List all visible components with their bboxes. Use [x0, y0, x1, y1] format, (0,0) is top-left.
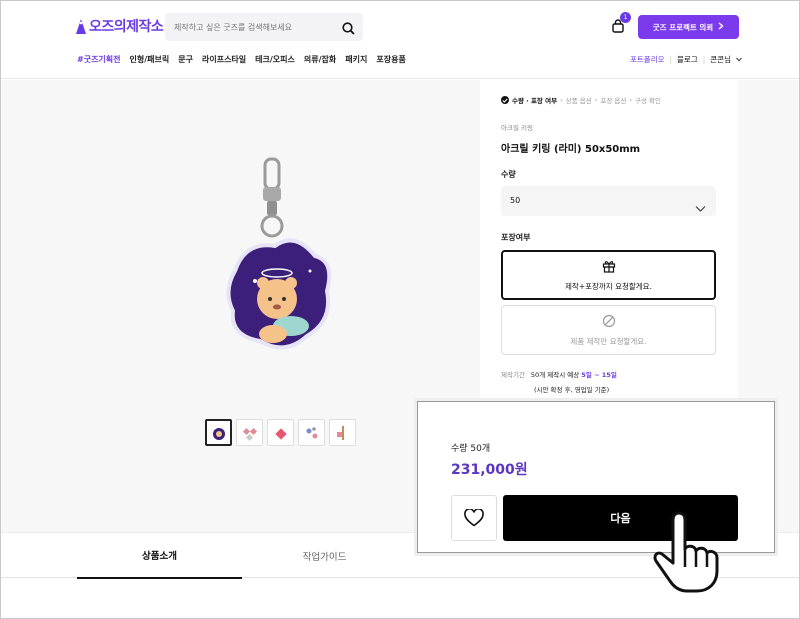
nav-item-packaging-supplies[interactable]: 포장용품: [376, 54, 405, 65]
chevron-right-icon: [718, 22, 724, 32]
step: 포장 옵션: [600, 97, 627, 105]
step: 구성 확인: [634, 97, 661, 105]
option-make-only[interactable]: 제품 제작만 요청할게요.: [501, 305, 716, 355]
search-bar[interactable]: [165, 13, 363, 41]
thumbnail[interactable]: [267, 419, 294, 446]
thumbnail-strip: [205, 419, 356, 446]
user-nav: 포트폴리오 | 블로그 | 콘콘님: [630, 54, 742, 65]
option-make-and-pack[interactable]: 제작+포장까지 요청할게요.: [501, 250, 716, 300]
divider: |: [702, 55, 706, 64]
step-indicator: 수량 · 포장 여부 › 상품 옵션 › 포장 옵션 › 구성 확인: [501, 95, 661, 105]
packaging-label: 포장여부: [501, 233, 531, 242]
nav-item-goods-special[interactable]: #굿즈기획전: [77, 54, 121, 65]
project-request-button[interactable]: 굿즈 프로젝트 의뢰: [638, 15, 739, 39]
product-category: 아크릴 키링: [501, 124, 533, 132]
cart-count-badge: 1: [620, 12, 631, 23]
divider: |: [669, 55, 673, 64]
hand-pointer-icon: [649, 509, 725, 593]
header: 오즈의제작소 1 굿즈 프로젝트 의뢰 #굿즈기획전 인형/패브릭 문구 라이프…: [1, 1, 799, 79]
option-make-only-label: 제품 제작만 요청할게요.: [570, 336, 647, 346]
search-icon[interactable]: [342, 20, 355, 39]
production-period: 제작기간 50개 제작시 예상 5일 ~ 15일: [501, 369, 617, 379]
logo-icon: [76, 18, 86, 34]
chevron-down-icon: [695, 196, 706, 226]
option-make-and-pack-label: 제작+포장까지 요청할게요.: [565, 281, 652, 291]
tab-work-guide[interactable]: 작업가이드: [242, 533, 407, 579]
quantity-select[interactable]: 50: [501, 186, 716, 216]
thumbnail[interactable]: [236, 419, 263, 446]
prohibited-icon: [602, 314, 616, 330]
thumbnail[interactable]: [298, 419, 325, 446]
tab-product-intro[interactable]: 상품소개: [77, 533, 242, 579]
thumbnail[interactable]: [329, 419, 356, 446]
step-current: 수량 · 포장 여부: [512, 97, 558, 105]
logo-text: 오즈의제작소: [89, 19, 164, 35]
nav-item-package[interactable]: 패키지: [345, 54, 367, 65]
portfolio-link[interactable]: 포트폴리오: [630, 54, 665, 65]
period-note: (시안 확정 후, 영업일 기준): [534, 386, 610, 394]
nav-item-tech-office[interactable]: 테크/오피스: [255, 54, 295, 65]
option-panel: 수량 · 포장 여부 › 상품 옵션 › 포장 옵션 › 구성 확인 아크릴 키…: [480, 80, 738, 410]
nav-item-doll-fabric[interactable]: 인형/패브릭: [130, 54, 170, 65]
logo[interactable]: 오즈의제작소: [76, 16, 164, 36]
period-text: 50개 제작시 예상: [530, 371, 580, 379]
thumbnail[interactable]: [205, 419, 232, 446]
blog-link[interactable]: 블로그: [677, 54, 698, 65]
popup-quantity: 수량 50개: [451, 444, 491, 454]
popup-price: 231,000원: [451, 462, 528, 478]
step: 상품 옵션: [565, 97, 592, 105]
quantity-value: 50: [510, 196, 521, 205]
step-separator: ›: [560, 96, 563, 104]
search-input[interactable]: [165, 13, 335, 41]
period-range: 5일 ~ 15일: [581, 371, 617, 379]
product-image: [215, 151, 345, 363]
gift-icon: [602, 259, 616, 275]
nav-item-lifestyle[interactable]: 라이프스타일: [202, 54, 246, 65]
quantity-label: 수량: [501, 170, 516, 179]
period-label: 제작기간: [501, 371, 525, 379]
user-menu[interactable]: 콘콘님: [710, 54, 731, 65]
nav-item-clothing[interactable]: 의류/잡화: [304, 54, 336, 65]
cart-button[interactable]: 1: [611, 12, 631, 34]
product-name: 아크릴 키링 (라미) 50x50mm: [501, 144, 641, 155]
step-separator: ›: [594, 96, 598, 104]
chevron-down-icon[interactable]: [736, 55, 742, 64]
check-circle-icon: [501, 96, 509, 104]
step-separator: ›: [629, 96, 632, 104]
page-frame: 오즈의제작소 1 굿즈 프로젝트 의뢰 #굿즈기획전 인형/패브릭 문구 라이프…: [0, 0, 800, 619]
main-nav: #굿즈기획전 인형/패브릭 문구 라이프스타일 테크/오피스 의류/잡화 패키지…: [77, 54, 406, 65]
wishlist-button[interactable]: [451, 495, 497, 541]
project-request-label: 굿즈 프로젝트 의뢰: [652, 22, 714, 32]
period-value: 50개 제작시 예상 5일 ~ 15일: [531, 369, 617, 379]
heart-icon: [464, 509, 484, 527]
nav-item-stationery[interactable]: 문구: [178, 54, 193, 65]
